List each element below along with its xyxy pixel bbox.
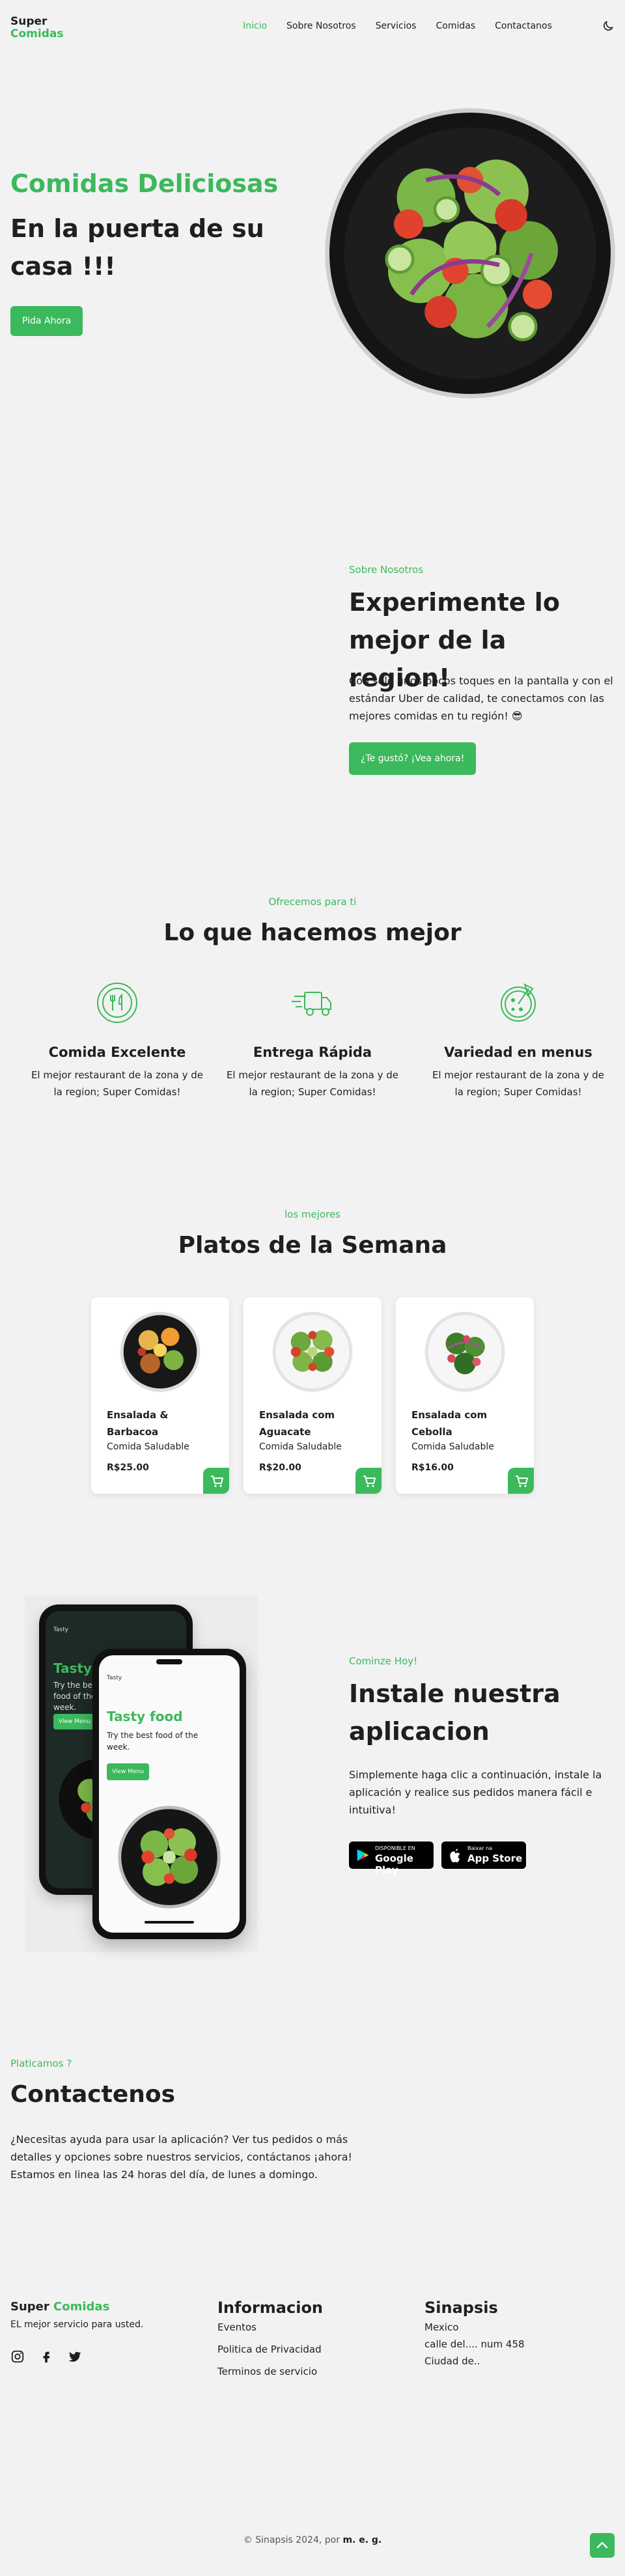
- footer-company-line: Mexico: [424, 2321, 459, 2333]
- delivery-truck-icon: [292, 992, 331, 1016]
- main-nav: Inicio Sobre Nosotros Servicios Comidas …: [233, 21, 562, 31]
- google-play-label: Google Play: [375, 1853, 413, 1876]
- dish-price: R$20.00: [259, 1463, 301, 1473]
- app-store-small: Baixar na: [467, 1845, 493, 1851]
- copyright-author[interactable]: m. e. g.: [342, 2535, 382, 2545]
- nav-sobre-nosotros[interactable]: Sobre Nosotros: [277, 21, 366, 31]
- dishes-title: Platos de la Semana: [178, 1232, 447, 1259]
- add-to-cart-button[interactable]: [508, 1468, 534, 1494]
- nav-contactanos[interactable]: Contactanos: [485, 21, 562, 31]
- pizza-icon: [501, 983, 536, 1022]
- contact-eyebrow: Platicamos ?: [10, 2058, 72, 2069]
- phone-front-text: Try the best food of the week.: [107, 1731, 199, 1752]
- dish-icon: [97, 983, 137, 1023]
- add-to-cart-button[interactable]: [203, 1468, 229, 1494]
- phone-back-button: View Menu: [53, 1714, 96, 1729]
- google-play-small: DISPONIBLE EN: [375, 1845, 415, 1851]
- dish-price: R$16.00: [411, 1463, 454, 1473]
- chevron-up-icon: [596, 2541, 608, 2549]
- app-store-button[interactable]: Baixar na App Store: [441, 1841, 526, 1869]
- dish-category: Comida Saludable: [411, 1442, 494, 1452]
- services-eyebrow: Ofrecemos para ti: [268, 896, 357, 908]
- app-text: Simplemente haga clic a continuación, in…: [349, 1769, 602, 1816]
- service-title: Variedad en menus: [444, 1044, 592, 1060]
- app-phones-image: Tasty Tasty food Try the best food of th…: [25, 1595, 258, 1952]
- dish-price: R$25.00: [107, 1463, 149, 1473]
- footer-company-title: Sinapsis: [424, 2299, 498, 2317]
- service-card: Comida Excelente El mejor restaurant de …: [26, 979, 208, 1100]
- logo[interactable]: Super Comidas: [10, 16, 63, 40]
- cart-icon: [516, 1476, 528, 1487]
- salad-plate-image: [325, 108, 615, 399]
- footer-logo-line1: Super: [10, 2300, 49, 2314]
- twitter-icon[interactable]: [68, 2349, 82, 2364]
- nav-comidas[interactable]: Comidas: [426, 21, 485, 31]
- dish-card: Ensalada com Cebolla Comida Saludable R$…: [396, 1297, 534, 1494]
- services-title: Lo que hacemos mejor: [163, 919, 462, 946]
- dishes-eyebrow: los mejores: [285, 1209, 340, 1220]
- order-now-button[interactable]: Pida Ahora: [10, 306, 83, 336]
- instagram-icon[interactable]: [10, 2349, 25, 2364]
- logo-line2: Comidas: [10, 27, 64, 40]
- about-text: Con solo unos pocos toques en la pantall…: [349, 675, 613, 722]
- phone-front-title: Tasty food: [107, 1709, 183, 1724]
- google-play-button[interactable]: DISPONIBLE EN Google Play: [349, 1841, 434, 1876]
- footer-company-line: Ciudad de..: [424, 2355, 480, 2367]
- footer-link-eventos[interactable]: Eventos: [217, 2321, 257, 2333]
- service-title: Entrega Rápida: [253, 1044, 372, 1060]
- header: Super Comidas Inicio Sobre Nosotros Serv…: [0, 0, 625, 55]
- see-now-button[interactable]: ¿Te gustó? ¡Vea ahora!: [349, 742, 477, 775]
- facebook-icon[interactable]: [39, 2349, 53, 2364]
- service-text: El mejor restaurant de la zona y de la r…: [31, 1069, 204, 1098]
- apple-icon: [450, 1849, 460, 1862]
- service-card: Variedad en menus El mejor restaurant de…: [427, 979, 609, 1100]
- dish-image: [120, 1311, 201, 1392]
- logo-line1: Super: [10, 15, 48, 28]
- phone-front-button: View Menu: [107, 1763, 149, 1780]
- dish-name: Ensalada com Aguacate: [259, 1409, 335, 1438]
- nav-inicio[interactable]: Inicio: [233, 21, 277, 31]
- copyright: © Sinapsis 2024, por m. e. g.: [0, 2535, 625, 2545]
- app-eyebrow: Cominze Hoy!: [349, 1655, 418, 1667]
- phone-front-plate: [118, 1806, 221, 1909]
- app-store-label: App Store: [467, 1853, 523, 1864]
- service-text: El mejor restaurant de la zona y de la r…: [226, 1069, 399, 1098]
- contact-title: Contactenos: [10, 2081, 176, 2108]
- hero-subtitle: En la puerta de su casa !!!: [10, 214, 264, 281]
- nav-servicios[interactable]: Servicios: [366, 21, 426, 31]
- service-title: Comida Excelente: [48, 1044, 186, 1060]
- footer-info-title: Informacion: [217, 2299, 324, 2317]
- scroll-to-top-button[interactable]: [590, 2533, 615, 2558]
- moon-icon[interactable]: [602, 20, 615, 33]
- dish-card: Ensalada & Barbacoa Comida Saludable R$2…: [91, 1297, 229, 1494]
- add-to-cart-button[interactable]: [355, 1468, 382, 1494]
- phone-back-brand: Tasty: [53, 1627, 69, 1633]
- dish-category: Comida Saludable: [107, 1442, 189, 1452]
- dish-name: Ensalada com Cebolla: [411, 1409, 488, 1438]
- phone-front: Tasty Tasty food Try the best food of th…: [92, 1649, 246, 1939]
- service-card: Entrega Rápida El mejor restaurant de la…: [221, 979, 404, 1100]
- cart-icon: [363, 1476, 376, 1487]
- footer-company-line: calle del.... num 458: [424, 2338, 525, 2350]
- dish-image: [272, 1311, 353, 1392]
- service-text: El mejor restaurant de la zona y de la r…: [432, 1069, 605, 1098]
- cart-icon: [211, 1476, 223, 1487]
- footer-link-privacidad[interactable]: Politica de Privacidad: [217, 2344, 322, 2355]
- google-play-icon: [357, 1849, 369, 1862]
- footer-link-terminos[interactable]: Terminos de servicio: [217, 2366, 317, 2377]
- dish-image: [424, 1311, 505, 1392]
- phone-front-brand: Tasty: [107, 1675, 122, 1681]
- hero-title: Comidas Deliciosas: [10, 169, 279, 198]
- footer-logo[interactable]: Super Comidas: [10, 2300, 109, 2314]
- dish-card: Ensalada com Aguacate Comida Saludable R…: [243, 1297, 382, 1494]
- app-title: Instale nuestra aplicacion: [349, 1679, 561, 1746]
- dish-category: Comida Saludable: [259, 1442, 342, 1452]
- contact-text: ¿Necesitas ayuda para usar la aplicación…: [10, 2133, 352, 2181]
- footer-tagline: EL mejor servicio para usted.: [10, 2319, 144, 2330]
- dish-name: Ensalada & Barbacoa: [107, 1409, 169, 1438]
- copyright-prefix: © Sinapsis 2024, por: [243, 2535, 340, 2545]
- footer-logo-line2: Comidas: [53, 2300, 110, 2314]
- about-eyebrow: Sobre Nosotros: [349, 564, 424, 576]
